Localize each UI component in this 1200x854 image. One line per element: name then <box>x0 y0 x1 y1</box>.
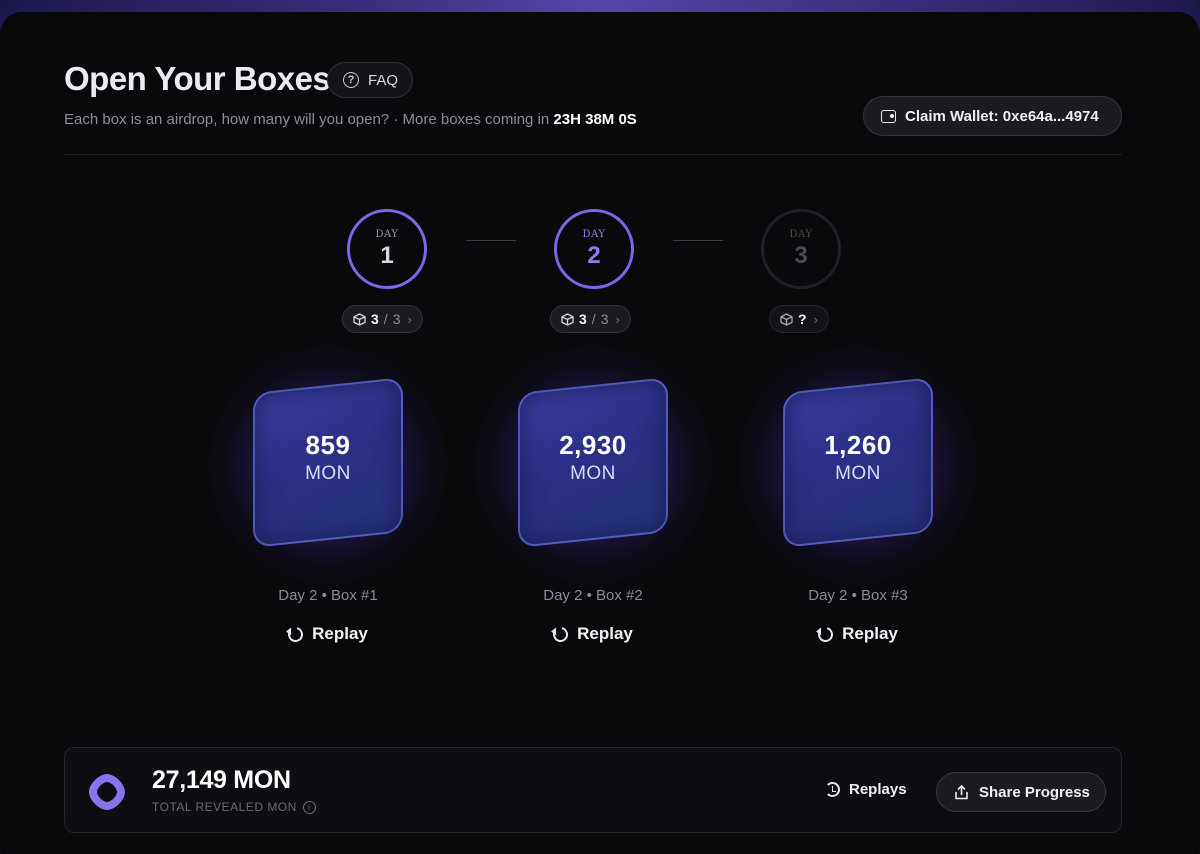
day-number: 3 <box>794 241 808 269</box>
cube-icon <box>353 312 366 326</box>
day-2-boxes-pill[interactable]: 3 / 3 › <box>550 305 631 333</box>
box-3-replay-button[interactable]: Replay <box>758 623 958 645</box>
monad-logo-icon <box>85 770 129 814</box>
day-3-circle: DAY 3 <box>761 209 841 289</box>
total-count: 3 <box>392 311 401 327</box>
total-count: 3 <box>600 311 609 327</box>
day-number: 1 <box>380 241 394 269</box>
claim-wallet-button[interactable]: Claim Wallet: 0xe64a...4974 <box>863 96 1122 136</box>
day-2-circle[interactable]: DAY 2 <box>554 209 634 289</box>
reward-unit: MON <box>305 463 351 484</box>
rotate-ccw-icon <box>550 623 571 645</box>
reward-unit: MON <box>835 463 881 484</box>
share-progress-label: Share Progress <box>979 783 1090 801</box>
box-3-caption: Day 2 • Box #3 <box>808 587 908 604</box>
total-revealed-label-row: TOTAL REVEALED MON i <box>152 800 316 814</box>
day-label: DAY <box>582 228 606 240</box>
progress-footer: 27,149 MON TOTAL REVEALED MON i Replays … <box>64 747 1122 833</box>
box-3-reward: 1,260 MON <box>783 430 933 485</box>
replays-label: Replays <box>849 781 907 798</box>
day-label: DAY <box>375 228 399 240</box>
reward-unit: MON <box>570 463 616 484</box>
chevron-right-icon: › <box>813 311 818 327</box>
share-icon <box>954 784 969 800</box>
box-1-replay-button[interactable]: Replay <box>228 623 428 645</box>
reward-amount: 859 <box>305 430 351 460</box>
box-1-reward: 859 MON <box>253 430 403 485</box>
day-1-boxes-pill[interactable]: 3 / 3 › <box>342 305 423 333</box>
total-revealed-amount: 27,149 MON <box>152 766 291 794</box>
box-2-caption: Day 2 • Box #2 <box>543 587 643 604</box>
question-circle-icon: ? <box>343 72 359 88</box>
replay-label: Replay <box>842 624 898 643</box>
faq-button[interactable]: ? FAQ <box>327 62 413 98</box>
day-3-boxes-pill[interactable]: ? › <box>769 305 829 333</box>
reward-amount: 1,260 <box>824 430 892 460</box>
faq-label: FAQ <box>368 71 399 89</box>
wallet-icon <box>881 109 896 123</box>
history-icon <box>825 782 840 797</box>
replays-button[interactable]: Replays <box>825 781 907 798</box>
cube-icon <box>780 312 793 326</box>
claim-wallet-label: Claim Wallet: 0xe64a...4974 <box>905 107 1099 125</box>
count-separator: / <box>383 311 388 327</box>
info-icon[interactable]: i <box>302 800 316 814</box>
day-label: DAY <box>789 228 813 240</box>
opened-count: 3 <box>579 311 587 327</box>
day-connector <box>466 240 516 241</box>
rotate-ccw-icon <box>815 623 836 645</box>
page-title: Open Your Boxes <box>64 60 331 97</box>
opened-count: 3 <box>371 311 379 327</box>
share-progress-button[interactable]: Share Progress <box>936 772 1106 812</box>
header-divider <box>64 154 1122 155</box>
subtitle-text: Each box is an airdrop, how many will yo… <box>64 111 550 128</box>
box-1-caption: Day 2 • Box #1 <box>278 587 378 604</box>
opened-count: ? <box>798 311 807 327</box>
total-revealed-label: TOTAL REVEALED MON <box>152 800 297 814</box>
chevron-right-icon: › <box>407 311 412 327</box>
replay-label: Replay <box>577 624 633 643</box>
rotate-ccw-icon <box>285 623 306 645</box>
cube-icon <box>561 312 574 326</box>
day-number: 2 <box>587 241 601 269</box>
count-separator: / <box>591 311 596 327</box>
page-subtitle: Each box is an airdrop, how many will yo… <box>64 111 637 128</box>
countdown-timer: 23H 38M 0S <box>553 111 637 128</box>
day-1-circle[interactable]: DAY 1 <box>347 209 427 289</box>
box-2-replay-button[interactable]: Replay <box>493 623 693 645</box>
day-connector <box>673 240 723 241</box>
box-2-reward: 2,930 MON <box>518 430 668 485</box>
reward-amount: 2,930 <box>559 430 627 460</box>
chevron-right-icon: › <box>615 311 620 327</box>
replay-label: Replay <box>312 624 368 643</box>
